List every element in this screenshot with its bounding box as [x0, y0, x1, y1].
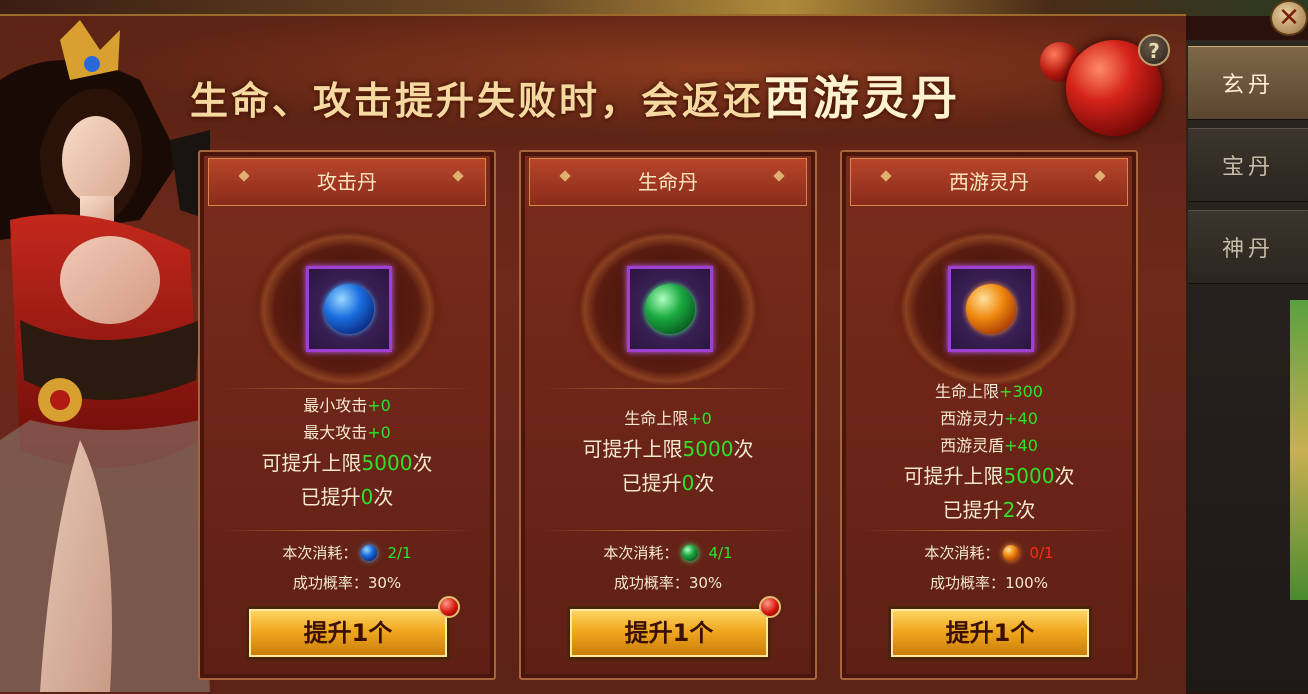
- rate-value: 30%: [367, 574, 402, 592]
- cost-row: 本次消耗： 2/1: [200, 540, 494, 566]
- pill-card-life: 生命丹 生命上限+0 可提升上限5000次 已提升0次 本次消耗： 4/1 成功概…: [519, 150, 817, 680]
- limit-suffix: 次: [733, 437, 754, 461]
- limit-value: 5000: [361, 451, 413, 475]
- stat-line: 西游灵力+40: [842, 405, 1136, 432]
- divider: [220, 530, 474, 531]
- help-button[interactable]: ?: [1138, 34, 1170, 66]
- headline-text: 生命、攻击提升失败时，会返还: [190, 79, 765, 123]
- blue-pill-icon: [324, 284, 374, 334]
- divider: [541, 530, 795, 531]
- stat-value: +0: [367, 396, 391, 415]
- blue-pill-icon: [361, 545, 378, 561]
- stat-value: +300: [999, 382, 1043, 401]
- notification-dot: [438, 596, 460, 618]
- upgrade-button[interactable]: 提升1个: [246, 606, 450, 660]
- banner-headline: 生命、攻击提升失败时，会返还西游灵丹: [190, 62, 961, 125]
- upgrade-button[interactable]: 提升1个: [888, 606, 1092, 660]
- stat-label: 西游灵盾: [940, 436, 1005, 455]
- green-pill-icon: [645, 284, 695, 334]
- orange-pill-icon: [1003, 545, 1020, 561]
- divider: [220, 388, 474, 389]
- done-value: 2: [1002, 498, 1016, 522]
- limit-suffix: 次: [412, 451, 433, 475]
- limit-line: 可提升上限5000次: [842, 459, 1136, 493]
- divider: [541, 388, 795, 389]
- stat-line: 西游灵盾+40: [842, 432, 1136, 459]
- done-value: 0: [360, 485, 374, 509]
- limit-label: 可提升上限: [903, 464, 1004, 488]
- map-edge: [1290, 300, 1308, 600]
- pill-item-slot[interactable]: [306, 266, 392, 352]
- stats-block: 生命上限+300 西游灵力+40 西游灵盾+40 可提升上限5000次 已提升2…: [842, 378, 1136, 527]
- limit-suffix: 次: [1054, 464, 1075, 488]
- stat-line: 最大攻击+0: [200, 419, 494, 446]
- limit-line: 可提升上限5000次: [521, 432, 815, 466]
- rate-row: 成功概率：30%: [200, 570, 494, 596]
- stat-label: 最大攻击: [303, 423, 368, 442]
- cost-label: 本次消耗：: [603, 544, 679, 562]
- limit-label: 可提升上限: [582, 437, 683, 461]
- close-button[interactable]: ✕: [1270, 0, 1308, 36]
- character-portrait: [0, 20, 210, 692]
- pill-card-attack: 攻击丹 最小攻击+0 最大攻击+0 可提升上限5000次 已提升0次 本次消耗：…: [198, 150, 496, 680]
- done-label: 已提升: [621, 471, 682, 495]
- rate-label: 成功概率：: [930, 574, 1006, 592]
- green-pill-icon: [682, 545, 699, 561]
- rate-row: 成功概率：30%: [521, 570, 815, 596]
- limit-value: 5000: [682, 437, 734, 461]
- stat-label: 最小攻击: [303, 396, 368, 415]
- stats-block: 生命上限+0 可提升上限5000次 已提升0次: [521, 405, 815, 500]
- orange-pill-icon: [966, 284, 1016, 334]
- stat-line: 生命上限+0: [521, 405, 815, 432]
- cost-row: 本次消耗： 4/1: [521, 540, 815, 566]
- headline-highlight: 西游灵丹: [764, 71, 961, 125]
- stat-label: 生命上限: [935, 382, 1000, 401]
- limit-label: 可提升上限: [261, 451, 362, 475]
- cost-label: 本次消耗：: [282, 544, 358, 562]
- rate-row: 成功概率：100%: [842, 570, 1136, 596]
- cost-value: 0/1: [1029, 544, 1054, 562]
- stat-value: +0: [688, 409, 712, 428]
- stat-value: +40: [1004, 436, 1038, 455]
- tab-shendan[interactable]: 神丹: [1188, 210, 1308, 284]
- stat-value: +0: [367, 423, 391, 442]
- cost-value: 4/1: [708, 544, 733, 562]
- stats-block: 最小攻击+0 最大攻击+0 可提升上限5000次 已提升0次: [200, 392, 494, 514]
- done-line: 已提升2次: [842, 493, 1136, 527]
- upgrade-button[interactable]: 提升1个: [567, 606, 771, 660]
- card-title: 生命丹: [529, 158, 807, 206]
- pill-card-xiyou: 西游灵丹 生命上限+300 西游灵力+40 西游灵盾+40 可提升上限5000次…: [840, 150, 1138, 680]
- done-label: 已提升: [942, 498, 1003, 522]
- done-line: 已提升0次: [200, 480, 494, 514]
- tab-xuandan[interactable]: 玄丹: [1188, 46, 1308, 120]
- stat-value: +40: [1004, 409, 1038, 428]
- rate-label: 成功概率：: [292, 574, 368, 592]
- done-value: 0: [681, 471, 695, 495]
- card-title: 西游灵丹: [850, 158, 1128, 206]
- stat-label: 西游灵力: [940, 409, 1005, 428]
- pill-item-slot[interactable]: [627, 266, 713, 352]
- done-suffix: 次: [1015, 498, 1036, 522]
- done-label: 已提升: [300, 485, 361, 509]
- stat-line: 最小攻击+0: [200, 392, 494, 419]
- card-title: 攻击丹: [208, 158, 486, 206]
- rate-value: 30%: [688, 574, 723, 592]
- done-suffix: 次: [373, 485, 394, 509]
- cost-value: 2/1: [387, 544, 412, 562]
- rate-label: 成功概率：: [613, 574, 689, 592]
- pill-item-slot[interactable]: [948, 266, 1034, 352]
- limit-value: 5000: [1003, 464, 1055, 488]
- rate-value: 100%: [1005, 574, 1048, 592]
- notification-dot: [759, 596, 781, 618]
- cost-row: 本次消耗： 0/1: [842, 540, 1136, 566]
- done-suffix: 次: [694, 471, 715, 495]
- tab-baodan[interactable]: 宝丹: [1188, 128, 1308, 202]
- stat-line: 生命上限+300: [842, 378, 1136, 405]
- stat-label: 生命上限: [624, 409, 689, 428]
- done-line: 已提升0次: [521, 466, 815, 500]
- divider: [862, 530, 1116, 531]
- cost-label: 本次消耗：: [924, 544, 1000, 562]
- limit-line: 可提升上限5000次: [200, 446, 494, 480]
